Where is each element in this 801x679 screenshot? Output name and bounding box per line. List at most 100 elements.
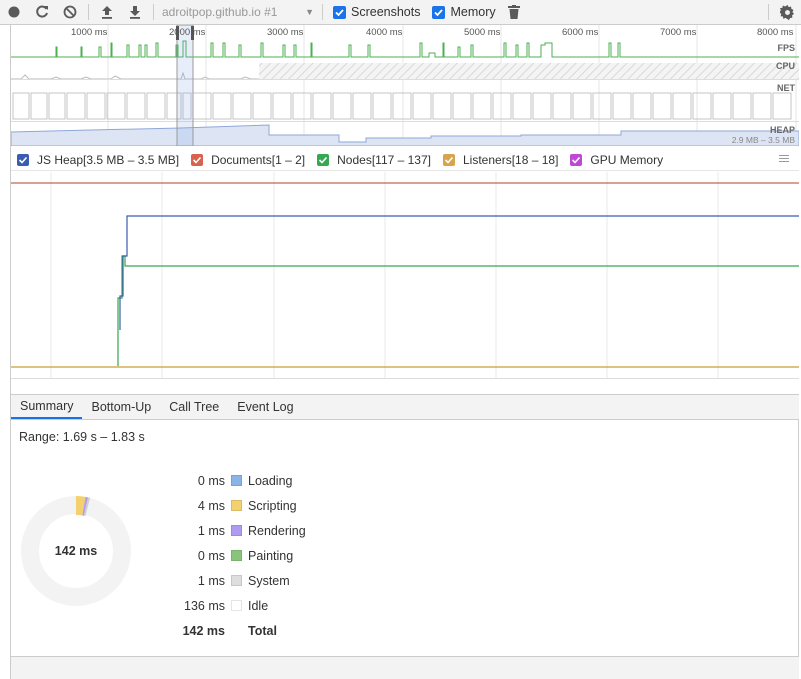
cpu-track bbox=[11, 71, 259, 80]
save-profile-button[interactable] bbox=[121, 0, 149, 25]
screenshots-checkbox[interactable]: Screenshots bbox=[333, 5, 420, 19]
counter-label: Nodes[117 – 137] bbox=[337, 152, 431, 167]
legend-swatch bbox=[231, 600, 242, 611]
load-profile-button[interactable] bbox=[93, 0, 121, 25]
ruler-label: 6000 ms bbox=[562, 27, 599, 38]
summary-panel: Range: 1.69 s – 1.83 s 142 ms 0 ms Loadi… bbox=[11, 420, 799, 656]
clear-icon bbox=[63, 5, 77, 19]
ruler-label: 7000 ms bbox=[660, 27, 697, 38]
legend-swatch bbox=[231, 550, 242, 561]
memory-graph[interactable] bbox=[11, 172, 799, 392]
legend-label: Scripting bbox=[248, 498, 297, 513]
record-icon bbox=[8, 6, 20, 18]
chevron-down-icon: ▼ bbox=[305, 7, 314, 17]
toolbar-divider bbox=[153, 4, 154, 20]
legend-value: 136 ms bbox=[184, 598, 225, 613]
counter-label: Listeners[18 – 18] bbox=[463, 152, 559, 167]
heap-track bbox=[11, 124, 799, 146]
tab-bottom-up[interactable]: Bottom-Up bbox=[82, 395, 160, 419]
counter-documents[interactable]: Documents[1 – 2] bbox=[191, 153, 305, 167]
timeline-toolbar: adroitpop.github.io #1 ▼ Screenshots Mem… bbox=[0, 0, 801, 25]
legend-row-painting: 0 ms Painting bbox=[161, 543, 306, 568]
fps-lane-label: FPS bbox=[777, 43, 795, 53]
legend-value: 0 ms bbox=[197, 473, 225, 488]
counter-label: JS Heap[3.5 MB – 3.5 MB] bbox=[37, 152, 180, 167]
legend-value: 0 ms bbox=[197, 548, 225, 563]
memory-label: Memory bbox=[450, 5, 496, 19]
legend-label: Total bbox=[248, 623, 277, 638]
hamburger-menu-icon[interactable] bbox=[779, 153, 791, 165]
legend-swatch bbox=[231, 625, 242, 636]
ruler-label: 5000 ms bbox=[464, 27, 501, 38]
legend-value: 142 ms bbox=[182, 623, 225, 638]
gear-icon bbox=[779, 4, 794, 20]
legend-label: Rendering bbox=[248, 523, 306, 538]
footer-bar bbox=[11, 656, 799, 679]
counter-nodes[interactable]: Nodes[117 – 137] bbox=[317, 153, 431, 167]
checkbox-checked-icon bbox=[570, 153, 583, 166]
reload-icon bbox=[36, 5, 48, 18]
summary-total-label: 142 ms bbox=[54, 544, 98, 558]
tab-summary[interactable]: Summary bbox=[11, 395, 83, 419]
toolbar-divider bbox=[768, 4, 769, 20]
legend-value: 1 ms bbox=[197, 573, 225, 588]
memory-checkbox[interactable]: Memory bbox=[432, 5, 496, 19]
legend-swatch bbox=[231, 475, 242, 486]
clear-button[interactable] bbox=[56, 0, 84, 25]
legend-label: Idle bbox=[248, 598, 269, 613]
ruler-label: 3000 ms bbox=[267, 27, 304, 38]
collect-garbage-button[interactable] bbox=[500, 0, 528, 25]
legend-swatch bbox=[231, 575, 242, 586]
profile-select-value: adroitpop.github.io #1 bbox=[162, 5, 278, 19]
legend-row-rendering: 1 ms Rendering bbox=[161, 518, 306, 543]
checkbox-checked-icon bbox=[333, 5, 346, 19]
heap-range-label: 2.9 MB – 3.5 MB bbox=[731, 135, 795, 145]
counter-gpu-memory[interactable]: GPU Memory bbox=[570, 153, 663, 167]
legend-label: System bbox=[248, 573, 290, 588]
toolbar-divider bbox=[88, 4, 89, 20]
counter-listeners[interactable]: Listeners[18 – 18] bbox=[443, 153, 558, 167]
summary-legend: 0 ms Loading 4 ms Scripting 1 ms Renderi… bbox=[161, 468, 306, 643]
cpu-lane-label: CPU bbox=[775, 61, 795, 71]
net-lane-label: NET bbox=[777, 83, 795, 93]
ruler-label: 8000 ms bbox=[757, 27, 794, 38]
tab-call-tree[interactable]: Call Tree bbox=[160, 395, 228, 419]
timeline-overview[interactable]: 1000 ms 2000 ms 3000 ms 4000 ms 5000 ms … bbox=[11, 25, 799, 146]
legend-value: 4 ms bbox=[197, 498, 225, 513]
tab-event-log[interactable]: Event Log bbox=[228, 395, 302, 419]
selection-window bbox=[176, 25, 194, 146]
legend-value: 1 ms bbox=[197, 523, 225, 538]
ruler-label: 4000 ms bbox=[366, 27, 403, 38]
overview-canvas bbox=[11, 25, 799, 146]
net-track bbox=[12, 92, 792, 120]
trash-icon bbox=[507, 5, 520, 19]
nodes-line bbox=[117, 255, 799, 366]
checkbox-checked-icon bbox=[317, 153, 330, 166]
legend-swatch bbox=[231, 525, 242, 536]
counter-js-heap[interactable]: JS Heap[3.5 MB – 3.5 MB] bbox=[17, 153, 179, 167]
download-icon bbox=[130, 6, 140, 19]
memory-graph-grid bbox=[50, 172, 719, 378]
heap-lane-label: HEAP bbox=[769, 125, 795, 135]
legend-row-scripting: 4 ms Scripting bbox=[161, 493, 306, 518]
legend-row-system: 1 ms System bbox=[161, 568, 306, 593]
counter-label: GPU Memory bbox=[590, 152, 664, 167]
legend-label: Painting bbox=[248, 548, 294, 563]
legend-row-idle: 136 ms Idle bbox=[161, 593, 306, 618]
legend-label: Loading bbox=[248, 473, 293, 488]
profile-select[interactable]: adroitpop.github.io #1 ▼ bbox=[158, 5, 318, 19]
details-tabs: Summary Bottom-Up Call Tree Event Log bbox=[11, 394, 799, 420]
screenshots-label: Screenshots bbox=[351, 5, 421, 19]
record-button[interactable] bbox=[0, 0, 28, 25]
memory-counters: JS Heap[3.5 MB – 3.5 MB] Documents[1 – 2… bbox=[11, 149, 799, 171]
legend-row-total: 142 ms Total bbox=[161, 618, 306, 643]
capture-settings-button[interactable] bbox=[773, 0, 801, 25]
upload-icon bbox=[102, 6, 112, 19]
reload-button[interactable] bbox=[28, 0, 56, 25]
toolbar-divider bbox=[322, 4, 323, 20]
legend-row-loading: 0 ms Loading bbox=[161, 468, 306, 493]
checkbox-checked-icon bbox=[432, 5, 446, 19]
cpu-idle-hatch bbox=[259, 63, 799, 79]
checkbox-checked-icon bbox=[191, 153, 204, 166]
legend-swatch bbox=[231, 500, 242, 511]
